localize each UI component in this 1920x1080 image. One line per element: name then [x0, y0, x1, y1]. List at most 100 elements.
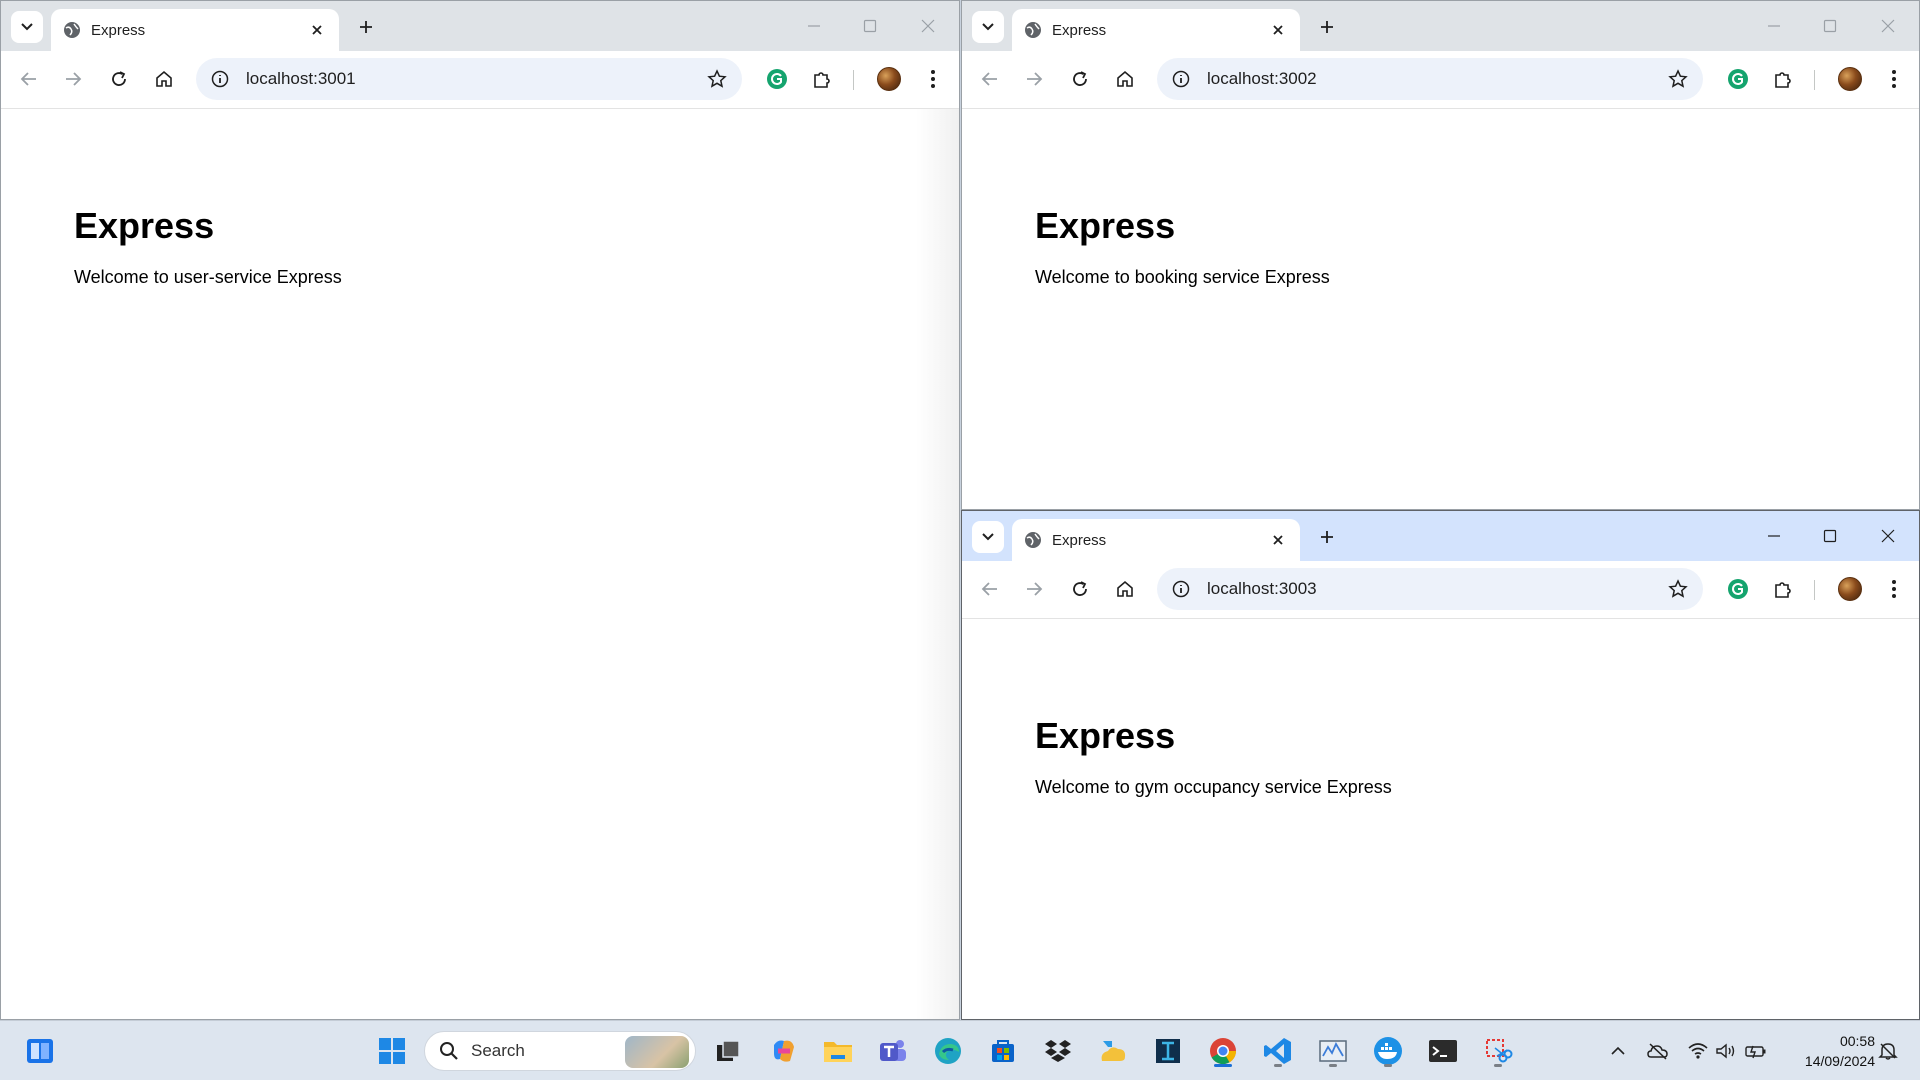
widgets-icon[interactable]	[22, 1033, 58, 1069]
start-icon[interactable]	[374, 1033, 410, 1069]
taskbar-search[interactable]: Search	[424, 1031, 696, 1071]
chrome-icon[interactable]	[1205, 1033, 1241, 1069]
extensions-puzzle-icon[interactable]	[1767, 573, 1799, 605]
maximize-button[interactable]	[855, 11, 885, 41]
browser-toolbar: localhost:3002	[962, 51, 1919, 109]
site-info-icon[interactable]	[1169, 67, 1193, 91]
volume-icon[interactable]	[1714, 1039, 1738, 1063]
minimize-button[interactable]	[799, 11, 829, 41]
url-text[interactable]: localhost:3002	[1207, 69, 1665, 89]
profile-avatar[interactable]	[1834, 63, 1866, 95]
back-button[interactable]	[974, 573, 1006, 605]
new-tab-button[interactable]	[1314, 524, 1340, 550]
back-button[interactable]	[974, 63, 1006, 95]
address-bar[interactable]: localhost:3001	[196, 58, 742, 100]
browser-window-3003: Express localhost:3003 Express Welcome t…	[961, 510, 1920, 1020]
close-tab-icon[interactable]	[1268, 20, 1288, 40]
arrow-right-icon	[1027, 72, 1043, 86]
file-explorer-icon[interactable]	[820, 1033, 856, 1069]
grammarly-extension-icon[interactable]	[761, 63, 793, 95]
edge-icon[interactable]	[930, 1033, 966, 1069]
clock[interactable]: 00:58 14/09/2024	[1775, 1031, 1875, 1071]
new-tab-button[interactable]	[353, 14, 379, 40]
forward-button[interactable]	[1018, 63, 1050, 95]
copilot-icon[interactable]	[766, 1033, 802, 1069]
site-info-icon[interactable]	[1169, 577, 1193, 601]
forward-button[interactable]	[1018, 573, 1050, 605]
running-indicator	[1274, 1064, 1282, 1067]
vscode-icon[interactable]	[1260, 1033, 1296, 1069]
tab-title: Express	[91, 21, 146, 39]
extensions-puzzle-icon[interactable]	[1767, 63, 1799, 95]
more-menu-icon[interactable]	[1878, 63, 1910, 95]
dropbox-icon[interactable]	[1040, 1033, 1076, 1069]
reload-button[interactable]	[1064, 573, 1096, 605]
onedrive-offline-icon[interactable]	[1646, 1039, 1670, 1063]
running-indicator	[1494, 1064, 1502, 1067]
taskbar: Search 00:58 14/09/2024	[0, 1020, 1920, 1080]
url-text[interactable]: localhost:3001	[246, 69, 704, 89]
onedrive-icon[interactable]	[1095, 1033, 1131, 1069]
monitor-icon[interactable]	[1315, 1033, 1351, 1069]
maximize-button[interactable]	[1815, 521, 1845, 551]
reload-button[interactable]	[1064, 63, 1096, 95]
app-icon[interactable]	[1150, 1033, 1186, 1069]
teams-icon[interactable]	[875, 1033, 911, 1069]
site-info-icon[interactable]	[208, 67, 232, 91]
close-window-button[interactable]	[1873, 521, 1903, 551]
tab-search-button[interactable]	[11, 11, 43, 43]
minimize-button[interactable]	[1759, 11, 1789, 41]
minimize-button[interactable]	[1759, 521, 1789, 551]
bookmark-star-icon[interactable]	[704, 66, 730, 92]
grammarly-extension-icon[interactable]	[1722, 63, 1754, 95]
tab-search-button[interactable]	[972, 11, 1004, 43]
welcome-message: Welcome to gym occupancy service Express	[1035, 777, 1392, 797]
battery-icon[interactable]	[1744, 1039, 1768, 1063]
home-button[interactable]	[1109, 573, 1141, 605]
back-button[interactable]	[13, 63, 45, 95]
globe-icon	[64, 22, 80, 38]
wifi-icon[interactable]	[1686, 1039, 1710, 1063]
plus-icon	[360, 21, 372, 33]
tab-search-button[interactable]	[972, 521, 1004, 553]
close-tab-icon[interactable]	[1268, 530, 1288, 550]
reload-button[interactable]	[103, 63, 135, 95]
close-window-button[interactable]	[1873, 11, 1903, 41]
chevron-up-icon[interactable]	[1606, 1039, 1630, 1063]
forward-button[interactable]	[57, 63, 89, 95]
bookmark-star-icon[interactable]	[1665, 576, 1691, 602]
grammarly-extension-icon[interactable]	[1722, 573, 1754, 605]
maximize-button[interactable]	[1815, 11, 1845, 41]
docker-icon[interactable]	[1370, 1033, 1406, 1069]
more-menu-icon[interactable]	[1878, 573, 1910, 605]
snipping-tool-icon[interactable]	[1480, 1033, 1516, 1069]
profile-avatar[interactable]	[1834, 573, 1866, 605]
task-view-icon[interactable]	[710, 1033, 746, 1069]
browser-window-3001: Express localhost:3001 Express Welcome t…	[0, 0, 960, 1020]
terminal-icon[interactable]	[1425, 1033, 1461, 1069]
extensions-puzzle-icon[interactable]	[806, 63, 838, 95]
tab-express[interactable]: Express	[1012, 9, 1300, 51]
bookmark-star-icon[interactable]	[1665, 66, 1691, 92]
new-tab-button[interactable]	[1314, 14, 1340, 40]
address-bar[interactable]: localhost:3003	[1157, 568, 1703, 610]
tab-express[interactable]: Express	[51, 9, 339, 51]
reload-icon	[1073, 581, 1087, 596]
running-indicator	[1384, 1064, 1392, 1067]
store-icon[interactable]	[985, 1033, 1021, 1069]
tab-strip: Express	[1, 1, 959, 51]
home-button[interactable]	[1109, 63, 1141, 95]
notification-bell-icon[interactable]	[1876, 1039, 1900, 1063]
address-bar[interactable]: localhost:3002	[1157, 58, 1703, 100]
more-menu-icon[interactable]	[917, 63, 949, 95]
profile-avatar[interactable]	[873, 63, 905, 95]
home-icon	[1117, 580, 1133, 597]
plus-icon	[1321, 21, 1333, 33]
clock-time: 00:58	[1839, 1033, 1875, 1049]
arrow-left-icon	[981, 72, 997, 86]
home-button[interactable]	[148, 63, 180, 95]
close-tab-icon[interactable]	[307, 20, 327, 40]
url-text[interactable]: localhost:3003	[1207, 579, 1665, 599]
close-window-button[interactable]	[913, 11, 943, 41]
tab-express[interactable]: Express	[1012, 519, 1300, 561]
